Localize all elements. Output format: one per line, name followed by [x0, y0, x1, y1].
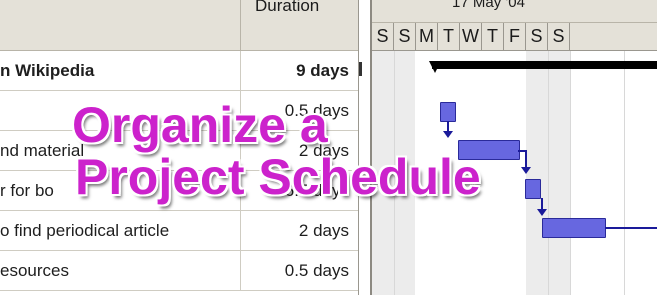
task-name-column-header[interactable] — [0, 0, 241, 51]
table-row[interactable]: nd material 2 days — [0, 131, 358, 171]
day-cell: S — [548, 23, 570, 50]
duration-cell[interactable]: 6.5 days — [241, 171, 349, 210]
task-name-cell[interactable]: o find periodical article — [0, 211, 241, 250]
day-gridline — [570, 51, 571, 295]
dependency-arrow-icon — [521, 167, 531, 174]
duration-cell[interactable]: 0.5 days — [241, 91, 349, 130]
scroll-marker — [359, 62, 362, 76]
day-cell: S — [394, 23, 416, 50]
table-row[interactable]: o find periodical article 2 days — [0, 211, 358, 251]
timescale-week-row: 17 May '04 — [372, 0, 657, 23]
dependency-link — [525, 150, 527, 168]
day-gridline — [548, 51, 549, 295]
gantt-task-bar[interactable] — [542, 218, 606, 238]
table-row[interactable]: esources 0.5 days — [0, 251, 358, 291]
gantt-task-bar[interactable] — [440, 102, 456, 122]
week-label: 17 May '04 — [452, 0, 525, 11]
task-name-cell[interactable]: nd material — [0, 131, 241, 170]
project-window: Duration n Wikipedia 9 days 0.5 days nd … — [0, 0, 657, 295]
task-name-cell[interactable]: esources — [0, 251, 241, 290]
duration-cell[interactable]: 0.5 days — [241, 251, 349, 290]
task-table: Duration n Wikipedia 9 days 0.5 days nd … — [0, 0, 360, 295]
duration-cell[interactable]: 9 days — [241, 51, 349, 90]
task-name-cell[interactable]: r for bo — [0, 171, 241, 210]
dependency-arrow-icon — [537, 209, 547, 216]
day-cell: M — [416, 23, 438, 50]
day-cell: W — [460, 23, 482, 50]
day-gridline — [394, 51, 395, 295]
table-row[interactable]: r for bo 6.5 days — [0, 171, 358, 211]
day-cell: F — [504, 23, 526, 50]
task-name-cell[interactable]: n Wikipedia — [0, 51, 241, 90]
duration-cell[interactable]: 2 days — [241, 131, 349, 170]
task-name-cell[interactable] — [0, 91, 241, 130]
day-gridline — [624, 51, 625, 295]
gantt-chart: 17 May '04 S S M T W T F S S — [372, 0, 657, 295]
dependency-link — [605, 227, 657, 229]
day-cell: T — [438, 23, 460, 50]
dependency-arrow-icon — [443, 131, 453, 138]
day-cell: S — [526, 23, 548, 50]
duration-cell[interactable]: 2 days — [241, 211, 349, 250]
table-row[interactable]: n Wikipedia 9 days — [0, 51, 358, 91]
timescale-day-row: S S M T W T F S S — [372, 23, 657, 51]
day-cell: T — [482, 23, 504, 50]
gantt-task-bar[interactable] — [458, 140, 520, 160]
gantt-task-bar[interactable] — [525, 179, 541, 199]
duration-header-label: Duration — [255, 0, 320, 15]
day-cell: S — [372, 23, 394, 50]
summary-task-bar[interactable] — [432, 61, 657, 69]
table-row[interactable]: 0.5 days — [0, 91, 358, 131]
duration-column-header[interactable]: Duration — [241, 0, 358, 51]
